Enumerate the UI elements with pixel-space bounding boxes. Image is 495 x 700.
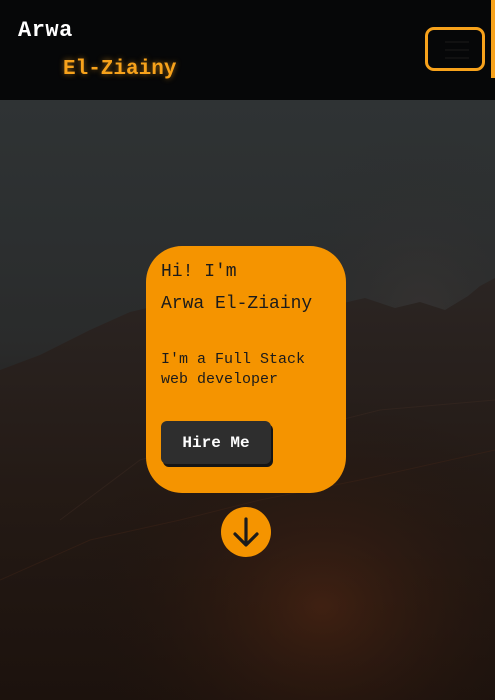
navbar-edge-accent [491,0,495,78]
greeting-text: Hi! I'm [161,262,237,282]
hamburger-menu-icon [445,41,469,59]
scroll-down-button[interactable] [221,507,271,557]
brand-last-name[interactable]: El-Ziainy [63,58,176,81]
intro-card: Hi! I'm Arwa El-Ziainy I'm a Full Stack … [146,246,346,493]
menu-toggle-button[interactable] [425,27,485,71]
tagline-text: I'm a Full Stack web developer [161,351,306,388]
arrow-down-icon [233,517,259,547]
page: Arwa El-Ziainy Hi! I'm Arwa El-Ziainy I'… [0,0,495,700]
hire-me-button[interactable]: Hire Me [161,421,271,464]
brand-first-name[interactable]: Arwa [18,18,73,43]
developer-name: Arwa El-Ziainy [161,294,313,314]
navbar: Arwa El-Ziainy [0,0,495,100]
